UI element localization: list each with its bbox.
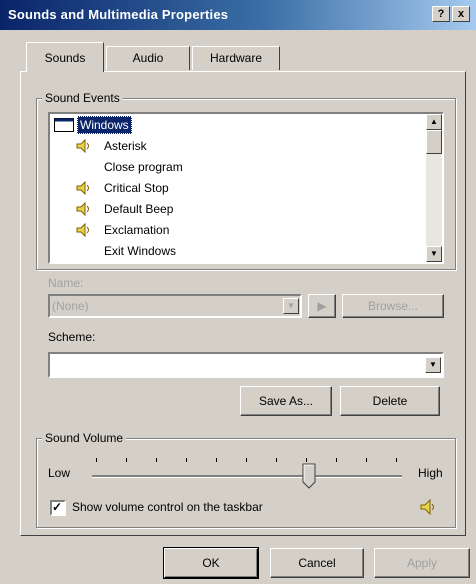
list-item[interactable]: Windows bbox=[50, 115, 430, 135]
sound-events-list[interactable]: Windows Asterisk Close program Critical … bbox=[48, 112, 444, 264]
speaker-icon bbox=[76, 202, 89, 216]
sound-events-legend: Sound Events bbox=[42, 91, 123, 105]
name-select[interactable]: (None) ▼ bbox=[48, 294, 302, 318]
browse-button[interactable]: Browse... bbox=[342, 294, 444, 318]
speaker-icon bbox=[76, 223, 89, 237]
slider-track-highlight bbox=[92, 477, 402, 478]
scroll-up-button[interactable]: ▲ bbox=[426, 114, 442, 130]
list-item-label: Exclamation bbox=[104, 223, 170, 237]
list-item[interactable]: Exclamation bbox=[50, 220, 430, 240]
properties-dialog: Sounds and Multimedia Properties ? x Sou… bbox=[0, 0, 476, 584]
scroll-down-button[interactable]: ▼ bbox=[426, 246, 442, 262]
show-volume-checkbox[interactable]: ✓ bbox=[50, 500, 66, 516]
slider-track bbox=[92, 475, 402, 477]
check-icon: ✓ bbox=[52, 500, 63, 514]
speaker-icon bbox=[76, 139, 89, 153]
chevron-down-icon: ▼ bbox=[429, 360, 437, 369]
scroll-thumb[interactable] bbox=[426, 130, 442, 154]
delete-button[interactable]: Delete bbox=[340, 386, 440, 416]
name-label: Name: bbox=[48, 276, 84, 290]
apply-button[interactable]: Apply bbox=[374, 548, 470, 578]
slider-ticks bbox=[96, 458, 397, 462]
list-item-label: Close program bbox=[104, 160, 183, 174]
list-item-label: Critical Stop bbox=[104, 181, 169, 195]
list-item-label: Windows bbox=[77, 116, 132, 134]
list-item-label: Default Beep bbox=[104, 202, 174, 216]
list-item[interactable]: Exit Windows bbox=[50, 241, 430, 261]
list-item[interactable]: Critical Stop bbox=[50, 178, 430, 198]
volume-high-label: High bbox=[418, 466, 443, 480]
scheme-label: Scheme: bbox=[48, 330, 96, 344]
list-scrollbar[interactable]: ▲ ▼ bbox=[426, 114, 442, 262]
chevron-down-icon: ▼ bbox=[287, 301, 295, 310]
list-item[interactable]: Close program bbox=[50, 157, 430, 177]
name-dropdown-button[interactable]: ▼ bbox=[283, 298, 299, 314]
panel-content: Sound Events Windows Asterisk Close prog… bbox=[0, 0, 476, 584]
folder-icon bbox=[54, 118, 74, 132]
speaker-icon bbox=[420, 499, 434, 515]
slider-thumb[interactable] bbox=[302, 463, 316, 489]
sound-volume-legend: Sound Volume bbox=[42, 431, 127, 445]
show-volume-label: Show volume control on the taskbar bbox=[72, 500, 263, 514]
arrow-down-icon: ▼ bbox=[430, 249, 438, 258]
volume-low-label: Low bbox=[48, 466, 71, 480]
list-item[interactable]: Asterisk bbox=[50, 136, 430, 156]
ok-button[interactable]: OK bbox=[163, 547, 259, 579]
save-as-button[interactable]: Save As... bbox=[240, 386, 332, 416]
volume-slider[interactable] bbox=[86, 456, 412, 490]
scheme-dropdown-button[interactable]: ▼ bbox=[425, 357, 441, 373]
name-select-value: (None) bbox=[52, 299, 89, 313]
list-item-label: Asterisk bbox=[104, 139, 147, 153]
play-button[interactable]: ▶ bbox=[308, 294, 336, 318]
cancel-button[interactable]: Cancel bbox=[270, 548, 364, 578]
play-icon: ▶ bbox=[317, 299, 327, 313]
speaker-icon bbox=[76, 181, 89, 195]
scheme-select[interactable]: ▼ bbox=[48, 352, 444, 378]
arrow-up-icon: ▲ bbox=[430, 117, 438, 126]
list-item[interactable]: Default Beep bbox=[50, 199, 430, 219]
list-item-label: Exit Windows bbox=[104, 244, 177, 258]
